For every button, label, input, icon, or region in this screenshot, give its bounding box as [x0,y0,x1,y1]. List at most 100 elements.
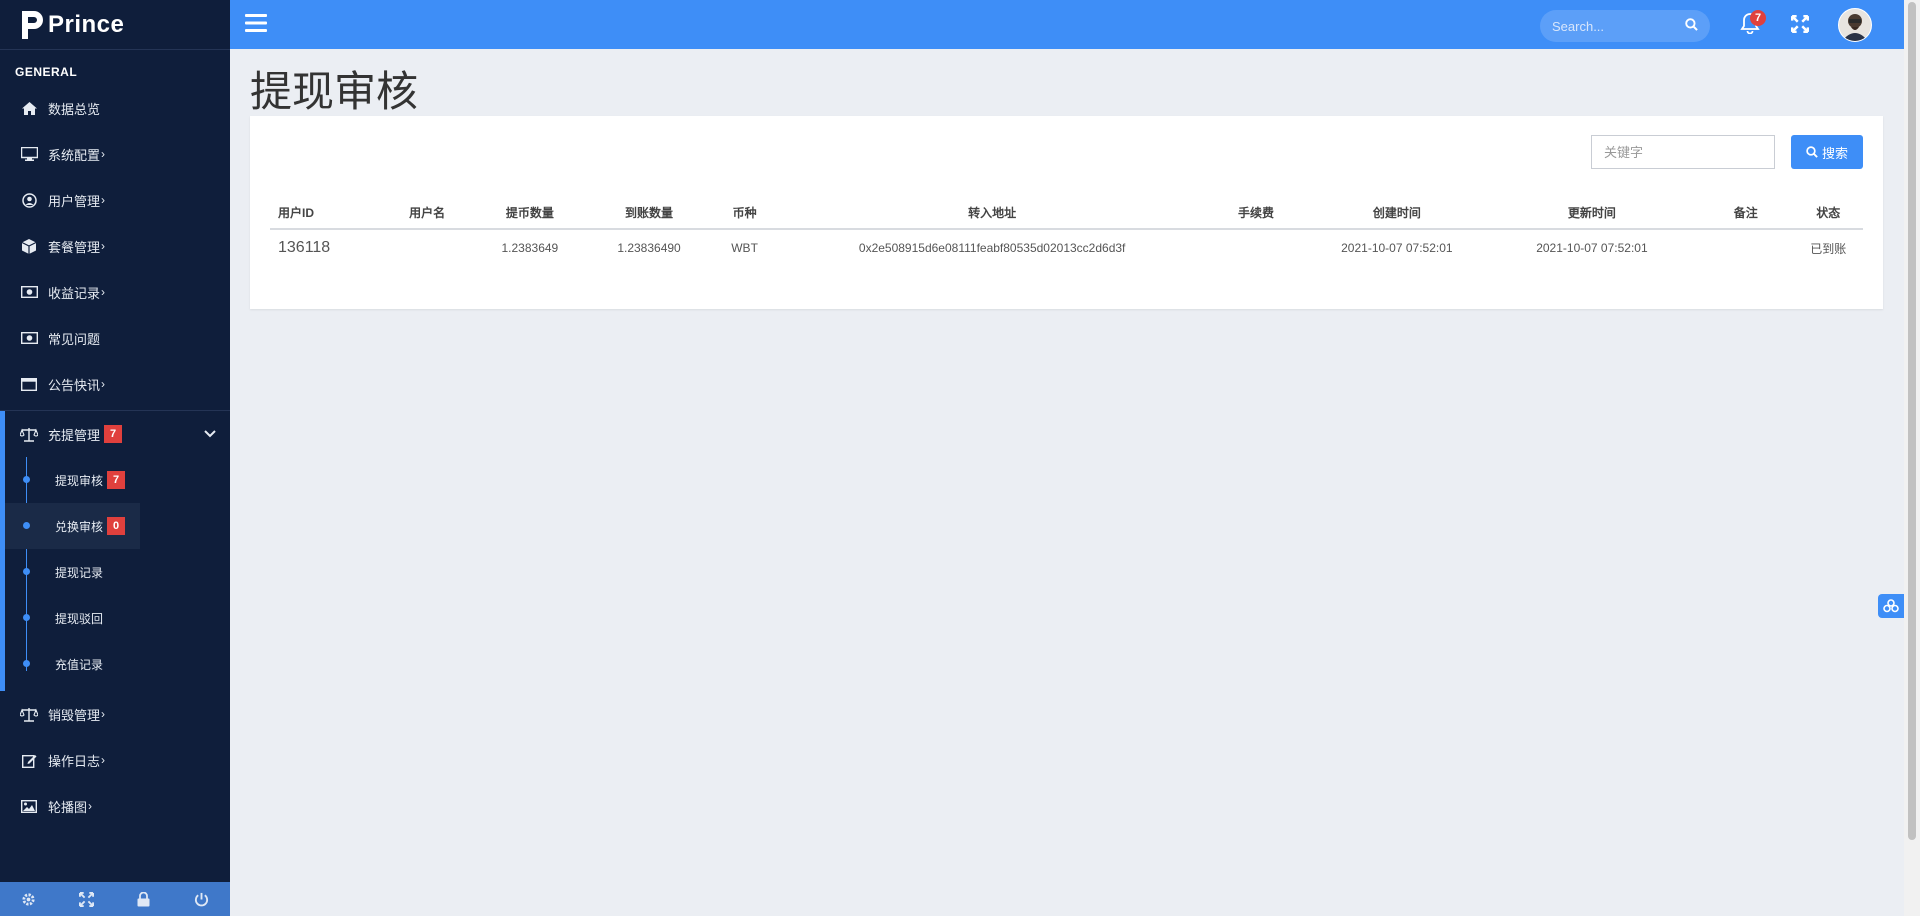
chevron-right-icon: › [101,239,106,253]
scrollbar-thumb[interactable] [1908,2,1916,840]
sidebar-item-faq[interactable]: 常见问题 [0,315,230,361]
sidebar-menu-after: 销毁管理 › 操作日志 › 轮播图 › [0,691,230,829]
sidebar-item-carousel[interactable]: 轮播图 › [0,783,230,829]
window-icon [20,376,38,392]
count-badge: 7 [104,425,123,443]
page-title: 提现审核 [250,67,419,116]
column-header[interactable]: 状态 [1793,196,1863,230]
sub-item-exchange-review[interactable]: 兑换审核 0 [5,503,140,549]
cell-address: 0x2e508915d6e08111feabf80535d02013cc2d6d… [858,241,1126,255]
withdraw-review-panel: 搜索 用户ID 用户名 提币数量 到账数量 币种 转入地址 手续费 创建时间 更… [250,116,1883,309]
column-header[interactable]: 手续费 [1203,196,1308,230]
lock-icon[interactable] [135,890,153,908]
keyword-input[interactable] [1591,135,1775,169]
brand-name: Prince [48,10,125,38]
prince-logo-icon [22,10,43,39]
cell-status: 已到账 [1810,241,1847,256]
money-icon [20,330,38,346]
cell-user-id: 136118 [278,239,331,256]
sub-item-label: 提现审核 [55,473,104,488]
cell-currency: WBT [731,241,758,255]
user-circle-icon [20,192,38,208]
count-badge: 7 [107,471,126,489]
cube-icon [20,238,38,254]
column-header[interactable]: 创建时间 [1307,196,1486,230]
balance-scale-icon [20,426,38,442]
section-label-general: GENERAL [15,65,78,79]
global-search-input[interactable] [1540,17,1674,35]
money-icon [20,284,38,300]
sidebar-item-label: 数据总览 [48,101,101,117]
chevron-down-icon [204,426,216,441]
sidebar-footer [0,882,230,916]
floating-assistant-tab[interactable] [1878,594,1904,618]
cell-fee [1204,229,1308,266]
chevron-right-icon: › [101,707,106,721]
bullet-dot [23,522,30,529]
edit-icon [20,752,38,768]
cell-received-amount: 1.23836490 [617,241,681,255]
chevron-right-icon: › [101,377,106,391]
expand-icon[interactable] [77,890,95,908]
sidebar-item-deposit-withdraw[interactable]: 充提管理 7 [5,411,230,457]
user-avatar[interactable] [1838,8,1872,42]
sidebar-item-user-management[interactable]: 用户管理 › [0,177,230,223]
sub-item-withdraw-records[interactable]: 提现记录 [5,549,145,595]
count-badge: 0 [107,517,126,535]
sidebar-item-label: 公告快讯 [48,377,101,393]
column-header[interactable]: 到账数量 [589,196,709,230]
sidebar-item-label: 套餐管理 [48,239,101,255]
chevron-right-icon: › [101,147,106,161]
fullscreen-icon[interactable] [1790,14,1810,34]
sidebar-item-system-config[interactable]: 系统配置 › [0,131,230,177]
sidebar-item-label: 充提管理 [48,427,101,443]
sidebar-item-label: 操作日志 [48,753,101,769]
cell-remark [1698,229,1793,266]
column-header[interactable]: 用户ID [270,196,384,230]
sidebar-item-dashboard[interactable]: 数据总览 [0,85,230,131]
sidebar-item-package-management[interactable]: 套餐管理 › [0,223,230,269]
sub-item-withdraw-rejected[interactable]: 提现驳回 [5,595,145,641]
sub-item-withdraw-review[interactable]: 提现审核 7 [5,457,145,503]
global-search [1540,10,1710,42]
column-header[interactable]: 币种 [708,196,781,230]
sub-item-deposit-records[interactable]: 充值记录 [5,641,145,687]
sidebar-item-announcements[interactable]: 公告快讯 › [0,361,230,407]
monitor-icon [20,146,38,162]
page-scrollbar[interactable] [1904,0,1920,916]
column-header[interactable]: 转入地址 [780,196,1204,230]
sidebar-item-earnings-records[interactable]: 收益记录 › [0,269,230,315]
column-header[interactable]: 用户名 [383,196,471,230]
submenu-deposit-withdraw: 提现审核 7 兑换审核 0 提现记录 提现驳回 充值记录 [5,457,230,691]
table-header-row: 用户ID 用户名 提币数量 到账数量 币种 转入地址 手续费 创建时间 更新时间… [270,196,1863,230]
brand[interactable]: Prince [0,0,230,50]
search-button-label: 搜索 [1821,145,1848,161]
bullet-dot [23,476,30,483]
search-button[interactable]: 搜索 [1791,135,1863,169]
sidebar-item-destroy-management[interactable]: 销毁管理 › [0,691,230,737]
cell-updated-at: 2021-10-07 07:52:01 [1536,241,1648,255]
sidebar-group-deposit-withdraw: 充提管理 7 提现审核 7 兑换审核 0 提现记录 提现驳回 充值记录 [0,411,230,691]
cell-created-at: 2021-10-07 07:52:01 [1341,241,1453,255]
column-header[interactable]: 更新时间 [1485,196,1699,230]
column-header[interactable]: 备注 [1698,196,1794,230]
chevron-right-icon: › [88,799,93,813]
balance-scale-icon [20,706,38,722]
cloud-icon [1883,599,1899,613]
search-icon[interactable] [1685,18,1698,36]
chevron-right-icon: › [101,193,106,207]
hamburger-menu-icon[interactable] [245,13,267,35]
table-row[interactable]: 136118 1.2383649 1.23836490 WBT 0x2e5089… [270,229,1863,266]
bullet-dot [23,660,30,667]
sidebar-item-label: 用户管理 [48,193,101,209]
column-header[interactable]: 提币数量 [470,196,590,230]
power-icon[interactable] [192,890,210,908]
sidebar-item-operation-log[interactable]: 操作日志 › [0,737,230,783]
chevron-right-icon: › [101,285,106,299]
cell-withdraw-amount: 1.2383649 [501,241,559,255]
sidebar-item-label: 轮播图 [48,799,88,815]
sub-item-label: 提现记录 [55,565,104,580]
bullet-dot [23,568,30,575]
gear-icon[interactable] [20,890,38,908]
sub-item-label: 充值记录 [55,657,104,672]
